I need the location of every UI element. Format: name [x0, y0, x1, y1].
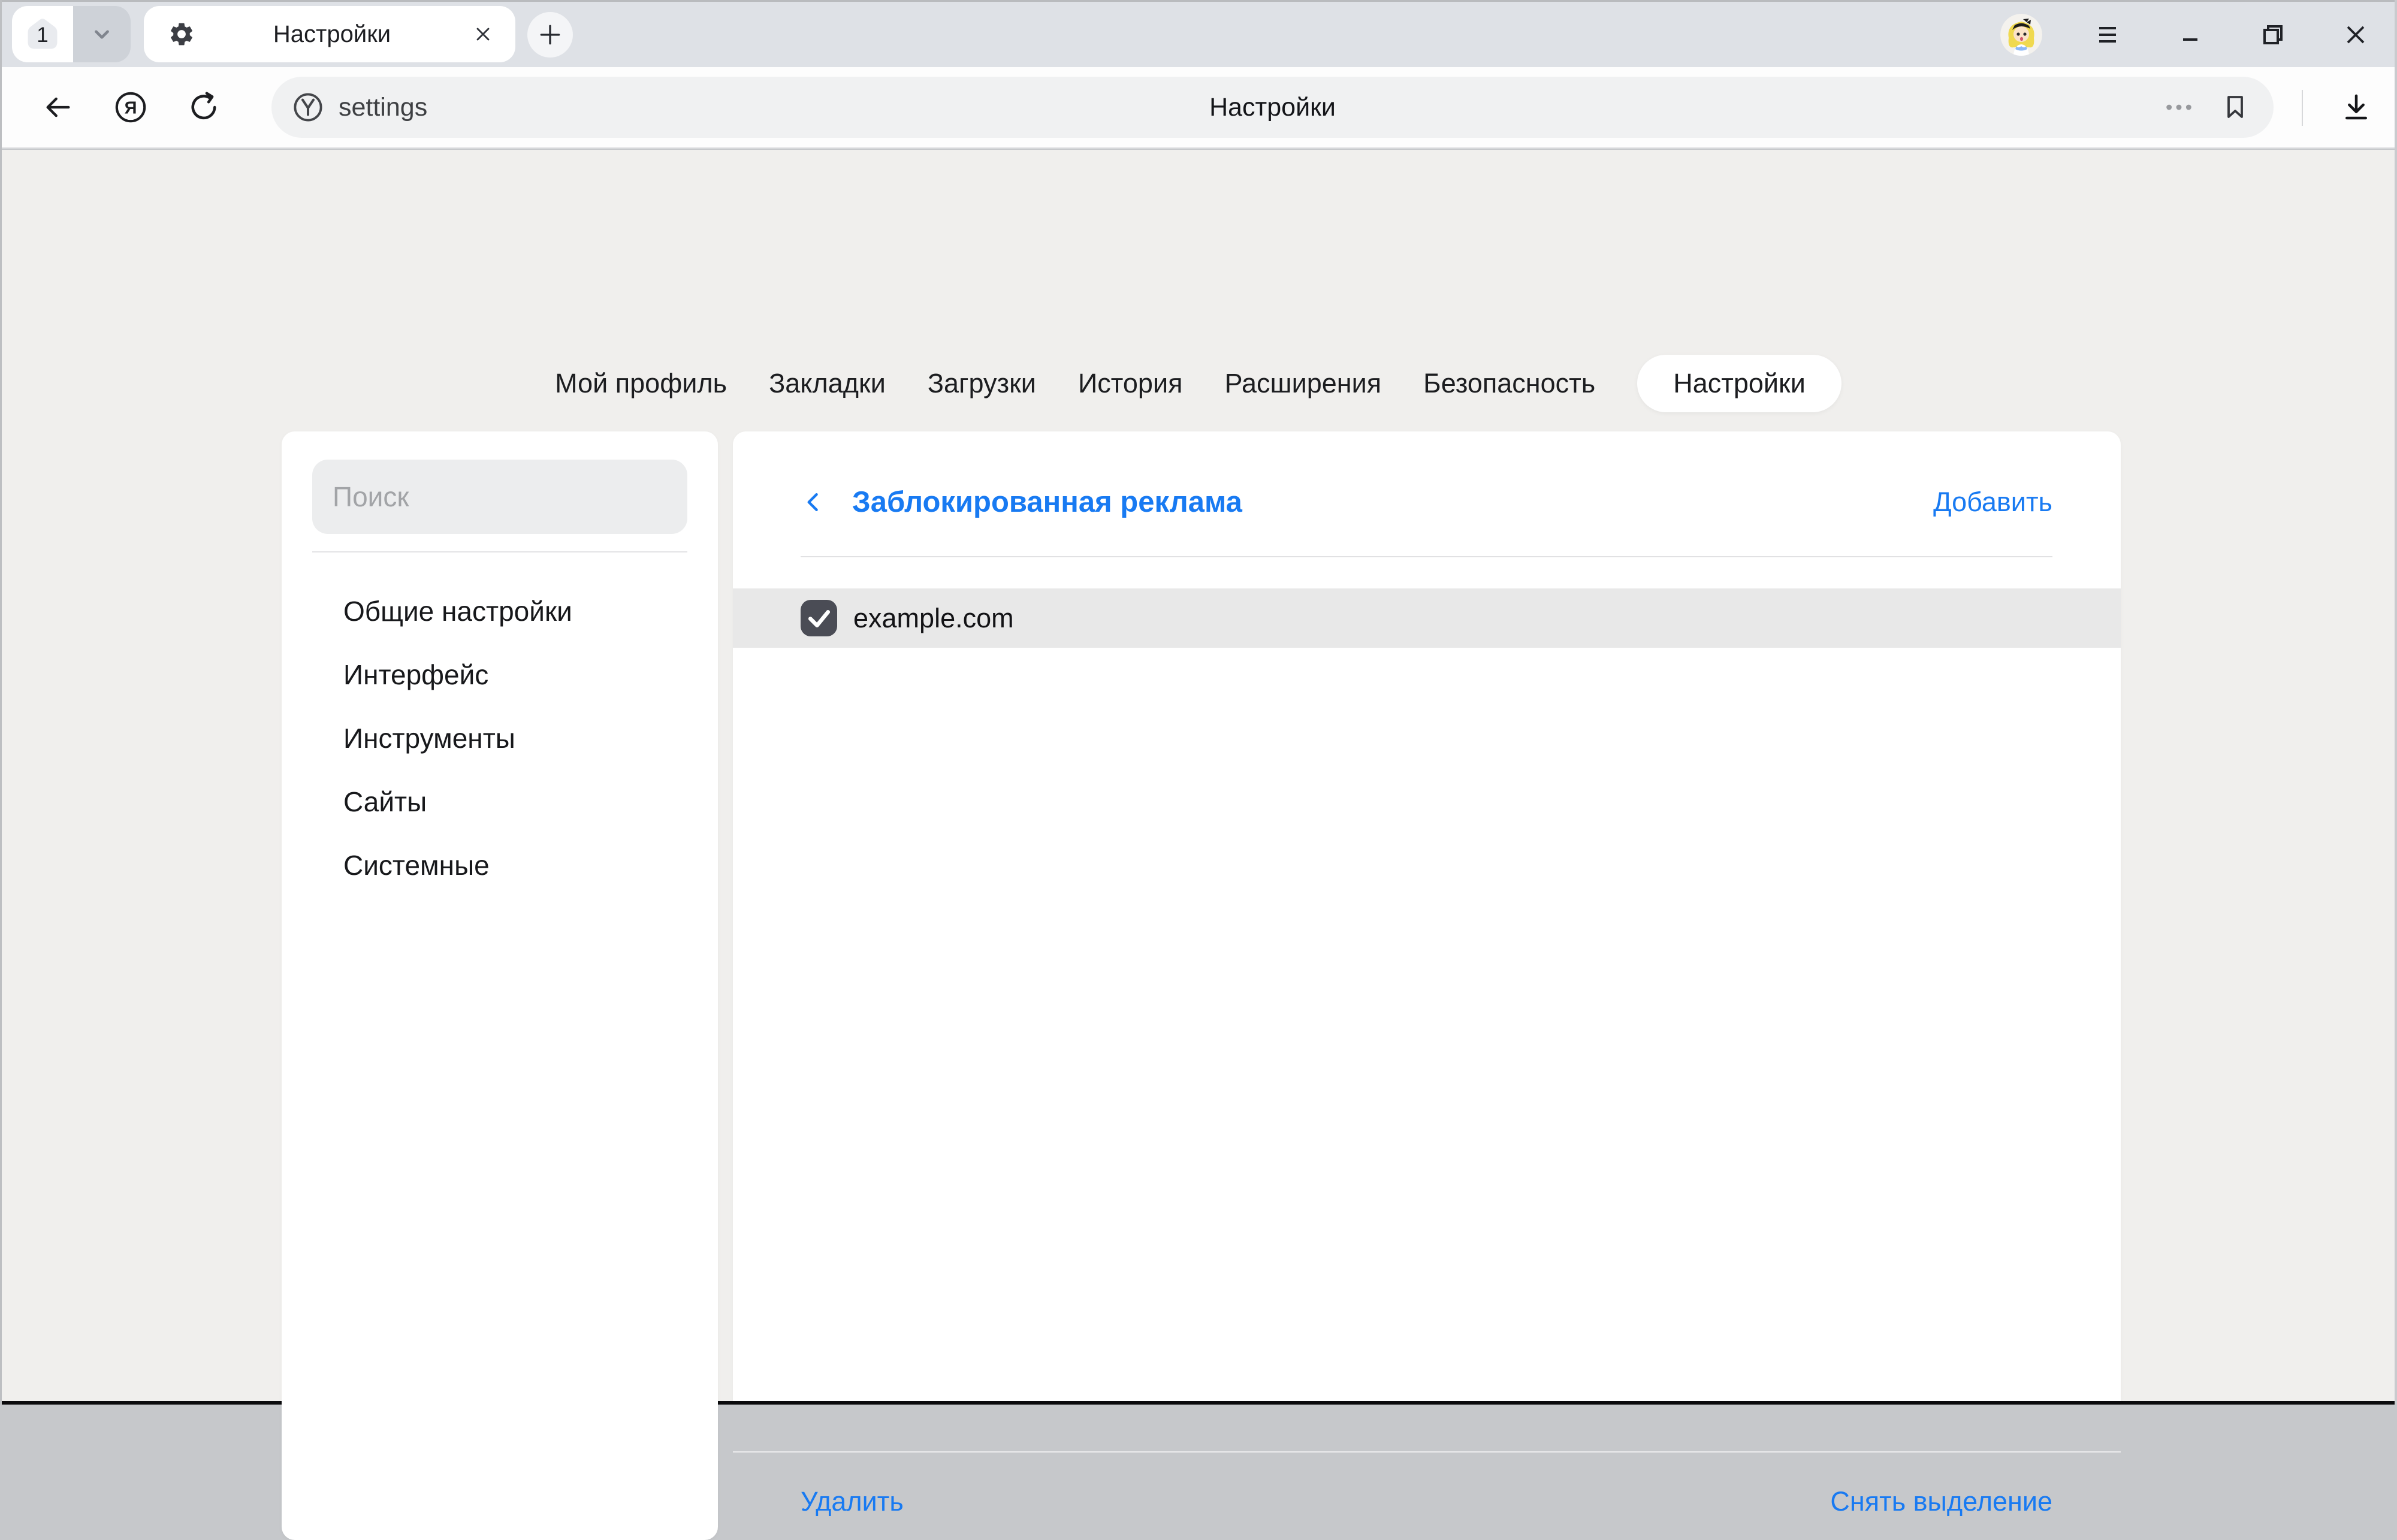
- sidebar-nav: Общие настройки Интерфейс Инструменты Са…: [282, 579, 718, 897]
- toolbar: Я settings Настройки: [2, 67, 2395, 149]
- sidebar-divider: [312, 551, 687, 552]
- tab-group-badge-icon: 1: [25, 17, 60, 52]
- avatar[interactable]: [2000, 14, 2042, 56]
- check-icon: [801, 600, 837, 636]
- browser-tab-settings[interactable]: Настройки: [144, 6, 515, 62]
- blocked-site-row[interactable]: example.com: [733, 588, 2121, 648]
- toolbar-divider: [2302, 90, 2303, 126]
- address-page-title: Настройки: [1209, 93, 1336, 122]
- settings-page: Мой профиль Закладки Загрузки История Ра…: [2, 150, 2395, 1401]
- back-button[interactable]: [43, 92, 74, 123]
- svg-text:Я: Я: [125, 99, 137, 118]
- header-divider: [801, 556, 2052, 557]
- back-chevron-icon: [801, 489, 827, 515]
- settings-top-nav: Мой профиль Закладки Загрузки История Ра…: [2, 348, 2395, 419]
- plus-icon: [537, 22, 563, 48]
- titlebar-controls: [2000, 2, 2373, 67]
- blocked-ads-panel: Заблокированная реклама Добавить example…: [733, 431, 2121, 1401]
- tab-history[interactable]: История: [1078, 368, 1183, 399]
- downloads-button[interactable]: [2338, 67, 2375, 147]
- reload-button[interactable]: [188, 91, 220, 123]
- tab-security[interactable]: Безопасность: [1423, 368, 1595, 399]
- footer-divider: [733, 1451, 2121, 1453]
- menu-icon: [2093, 20, 2122, 49]
- reload-icon: [188, 91, 220, 123]
- add-button[interactable]: Добавить: [1933, 487, 2052, 518]
- new-tab-button[interactable]: [527, 12, 573, 58]
- tab-group-count: 1: [25, 17, 60, 52]
- tab-downloads[interactable]: Загрузки: [928, 368, 1036, 399]
- minimize-icon: [2176, 20, 2205, 49]
- address-bar-actions: [2162, 90, 2250, 124]
- tab-group-control[interactable]: 1: [12, 6, 131, 62]
- panel-footer: Удалить Снять выделение: [801, 1467, 2052, 1536]
- tab-settings[interactable]: Настройки: [1637, 355, 1841, 412]
- tab-my-profile[interactable]: Мой профиль: [555, 368, 727, 399]
- window-close-icon: [2341, 20, 2370, 49]
- sidebar-item-interface[interactable]: Интерфейс: [282, 643, 718, 706]
- sidebar-item-system[interactable]: Системные: [282, 834, 718, 897]
- delete-button[interactable]: Удалить: [801, 1486, 904, 1517]
- minimize-button[interactable]: [2173, 17, 2208, 52]
- gear-icon: [168, 20, 195, 48]
- tab-bookmarks[interactable]: Закладки: [769, 368, 886, 399]
- download-icon: [2340, 91, 2372, 123]
- settings-sidebar: Общие настройки Интерфейс Инструменты Са…: [282, 431, 718, 1540]
- tab-group-expand-button[interactable]: [73, 6, 131, 62]
- back-icon: [43, 92, 74, 123]
- row-checkbox[interactable]: [801, 600, 837, 636]
- tab-group-current[interactable]: 1: [12, 6, 73, 62]
- blocked-site-domain: example.com: [853, 603, 1014, 634]
- close-icon: [472, 23, 494, 45]
- chevron-down-icon: [88, 20, 116, 48]
- more-dots-icon[interactable]: [2162, 90, 2196, 124]
- window-border-right: [2395, 0, 2397, 1405]
- yandex-home-button[interactable]: Я: [113, 90, 148, 125]
- search-engine-icon: [292, 91, 324, 123]
- nav-buttons: Я: [43, 67, 220, 147]
- sidebar-item-tools[interactable]: Инструменты: [282, 706, 718, 770]
- restore-button[interactable]: [2256, 17, 2290, 52]
- menu-button[interactable]: [2090, 17, 2125, 52]
- deselect-button[interactable]: Снять выделение: [1830, 1486, 2052, 1517]
- url-text[interactable]: settings: [339, 93, 427, 122]
- panel-title: Заблокированная реклама: [852, 485, 1242, 519]
- panel-header: Заблокированная реклама Добавить: [801, 469, 2052, 536]
- yandex-logo-icon: Я: [113, 90, 148, 125]
- window-close-button[interactable]: [2338, 17, 2373, 52]
- sidebar-item-sites[interactable]: Сайты: [282, 770, 718, 834]
- search-input[interactable]: [312, 460, 687, 534]
- bookmark-icon[interactable]: [2221, 93, 2250, 122]
- sidebar-item-general[interactable]: Общие настройки: [282, 579, 718, 643]
- restore-icon: [2259, 20, 2287, 49]
- tab-title: Настройки: [195, 21, 469, 48]
- address-bar[interactable]: settings Настройки: [271, 77, 2274, 138]
- tab-extensions[interactable]: Расширения: [1224, 368, 1381, 399]
- panel-back-button[interactable]: [801, 486, 833, 518]
- tab-close-button[interactable]: [469, 20, 497, 49]
- titlebar: 1 Настройки: [2, 2, 2395, 67]
